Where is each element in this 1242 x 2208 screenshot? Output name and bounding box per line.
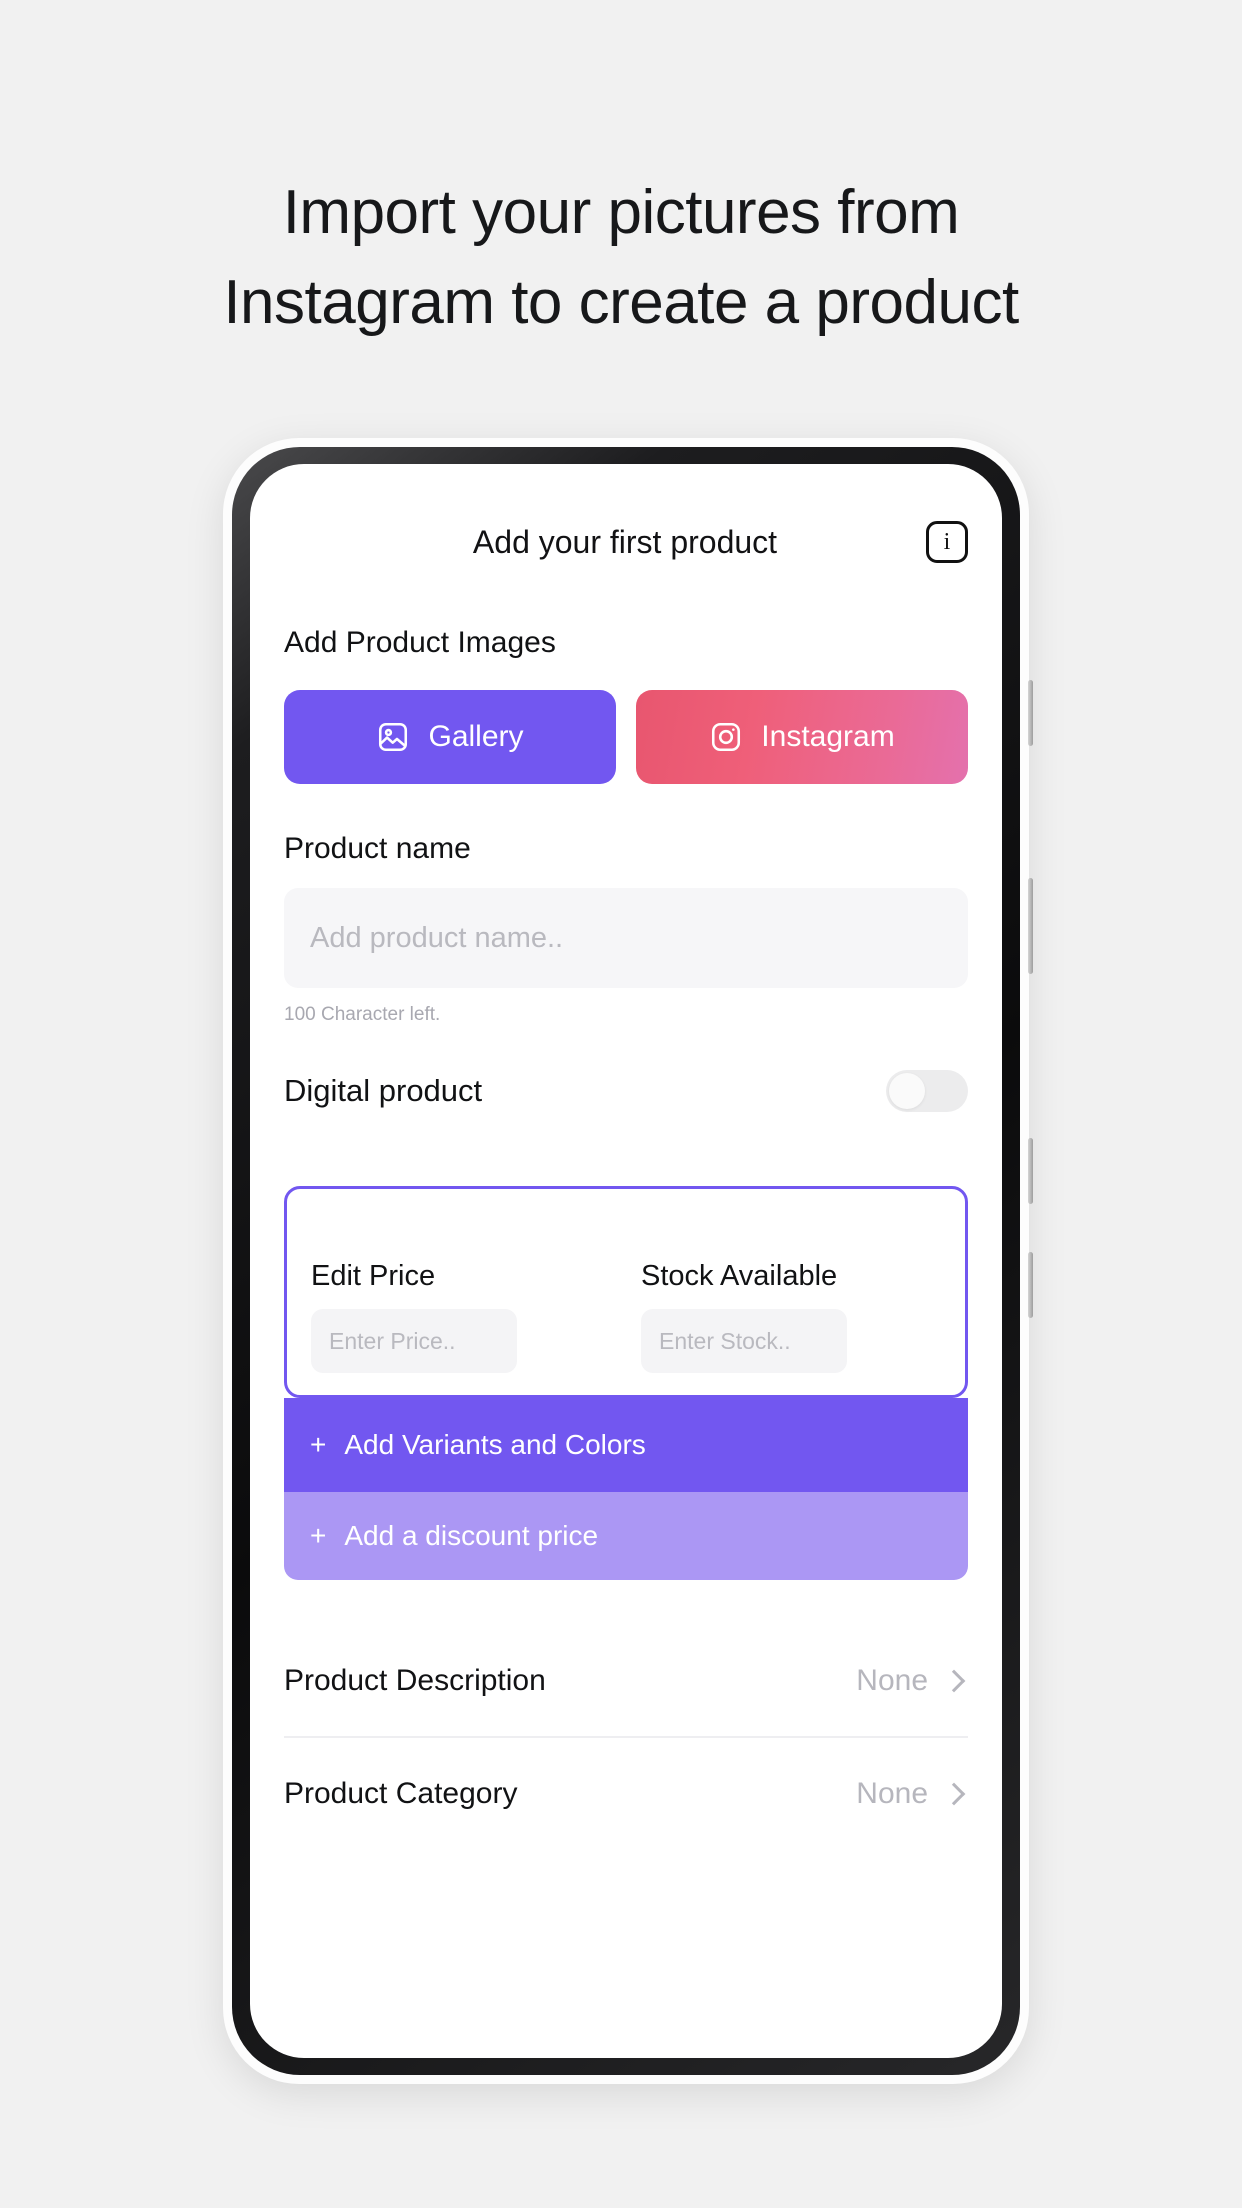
app-content: Add your first product i Add Product Ima… (250, 464, 1002, 2058)
phone-side-button-3 (1028, 1138, 1033, 1204)
product-name-input[interactable]: Add product name.. (284, 888, 968, 988)
page-title: Add your first product (472, 523, 778, 560)
phone-mockup: Add your first product i Add Product Ima… (223, 438, 1033, 2084)
price-card-group: Edit Price Enter Price.. Stock Available… (284, 1186, 968, 1580)
phone-screen: Add your first product i Add Product Ima… (250, 464, 1002, 2058)
add-product-images-label: Add Product Images (284, 626, 556, 659)
chevron-right-icon (942, 1782, 966, 1806)
chevron-right-icon (942, 1669, 966, 1693)
toggle-knob (889, 1073, 925, 1109)
instagram-button-label: Instagram (761, 720, 895, 753)
product-name-helper: 100 Character left. (284, 1004, 441, 1025)
price-input[interactable]: Enter Price.. (311, 1309, 517, 1373)
digital-product-label: Digital product (284, 1073, 483, 1108)
phone-side-button-4 (1028, 1252, 1033, 1318)
image-icon (376, 720, 410, 754)
info-icon[interactable]: i (926, 521, 968, 563)
image-source-buttons: Gallery Instagram (284, 690, 968, 784)
stock-available-column: Stock Available Enter Stock.. (611, 1260, 941, 1373)
add-discount-button[interactable]: + Add a discount price (284, 1492, 968, 1580)
edit-price-column: Edit Price Enter Price.. (311, 1260, 611, 1373)
add-variants-label: Add Variants and Colors (344, 1429, 646, 1460)
gallery-button-label: Gallery (428, 720, 524, 753)
edit-price-label: Edit Price (311, 1260, 436, 1292)
list-item-value-group: None (856, 1777, 968, 1811)
product-description-row[interactable]: Product Description None (284, 1626, 968, 1738)
add-discount-label: Add a discount price (344, 1520, 599, 1551)
gallery-button[interactable]: Gallery (284, 690, 616, 784)
list-item-value-group: None (856, 1664, 968, 1698)
price-card: Edit Price Enter Price.. Stock Available… (284, 1186, 968, 1398)
list-item-label: Product Description (284, 1664, 546, 1697)
promo-heading: Import your pictures from Instagram to c… (0, 168, 1242, 348)
phone-side-button-1 (1028, 680, 1033, 746)
promo-heading-line-2: Instagram to create a product (223, 268, 1019, 337)
list-item-value: None (856, 1664, 928, 1697)
detail-rows: Product Description None Product Categor… (284, 1626, 968, 1850)
instagram-icon (709, 720, 743, 754)
list-item-label: Product Category (284, 1777, 518, 1810)
add-variants-button[interactable]: + Add Variants and Colors (284, 1398, 968, 1492)
product-name-label: Product name (284, 832, 471, 865)
digital-product-toggle[interactable] (886, 1070, 968, 1112)
phone-side-button-2 (1028, 878, 1033, 974)
app-header: Add your first product i (284, 464, 968, 574)
phone-bezel: Add your first product i Add Product Ima… (232, 447, 1020, 2075)
stock-available-label: Stock Available (641, 1260, 838, 1292)
list-item-value: None (856, 1777, 928, 1810)
plus-icon: + (310, 1429, 327, 1460)
product-category-row[interactable]: Product Category None (284, 1738, 968, 1850)
plus-icon: + (310, 1520, 327, 1551)
stock-input[interactable]: Enter Stock.. (641, 1309, 847, 1373)
instagram-button[interactable]: Instagram (636, 690, 968, 784)
promo-heading-line-1: Import your pictures from (282, 178, 960, 247)
digital-product-row: Digital product (284, 1070, 968, 1112)
